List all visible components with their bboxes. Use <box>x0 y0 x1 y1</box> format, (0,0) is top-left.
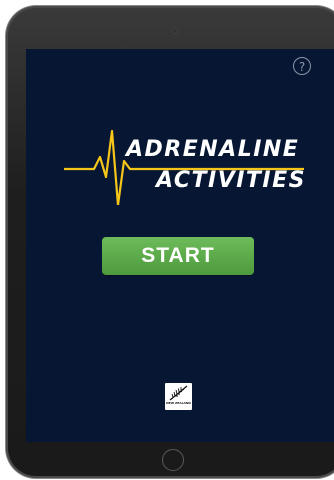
tablet-frame: ? ADRENALINE ACTIVITIES START NEW ZEALAN… <box>6 6 334 478</box>
silver-fern-icon <box>169 385 188 401</box>
app-screen: ? ADRENALINE ACTIVITIES START NEW ZEALAN… <box>26 49 334 442</box>
title-line-2: ACTIVITIES <box>156 168 306 193</box>
help-icon[interactable]: ? <box>293 57 311 75</box>
start-button[interactable]: START <box>102 237 254 275</box>
front-camera <box>172 28 178 34</box>
new-zealand-logo: NEW ZEALAND <box>165 383 192 410</box>
app-logo: ADRENALINE ACTIVITIES <box>64 127 304 205</box>
title-line-1: ADRENALINE <box>126 137 300 162</box>
home-button-icon[interactable] <box>162 449 184 471</box>
badge-text: NEW ZEALAND <box>166 401 191 405</box>
